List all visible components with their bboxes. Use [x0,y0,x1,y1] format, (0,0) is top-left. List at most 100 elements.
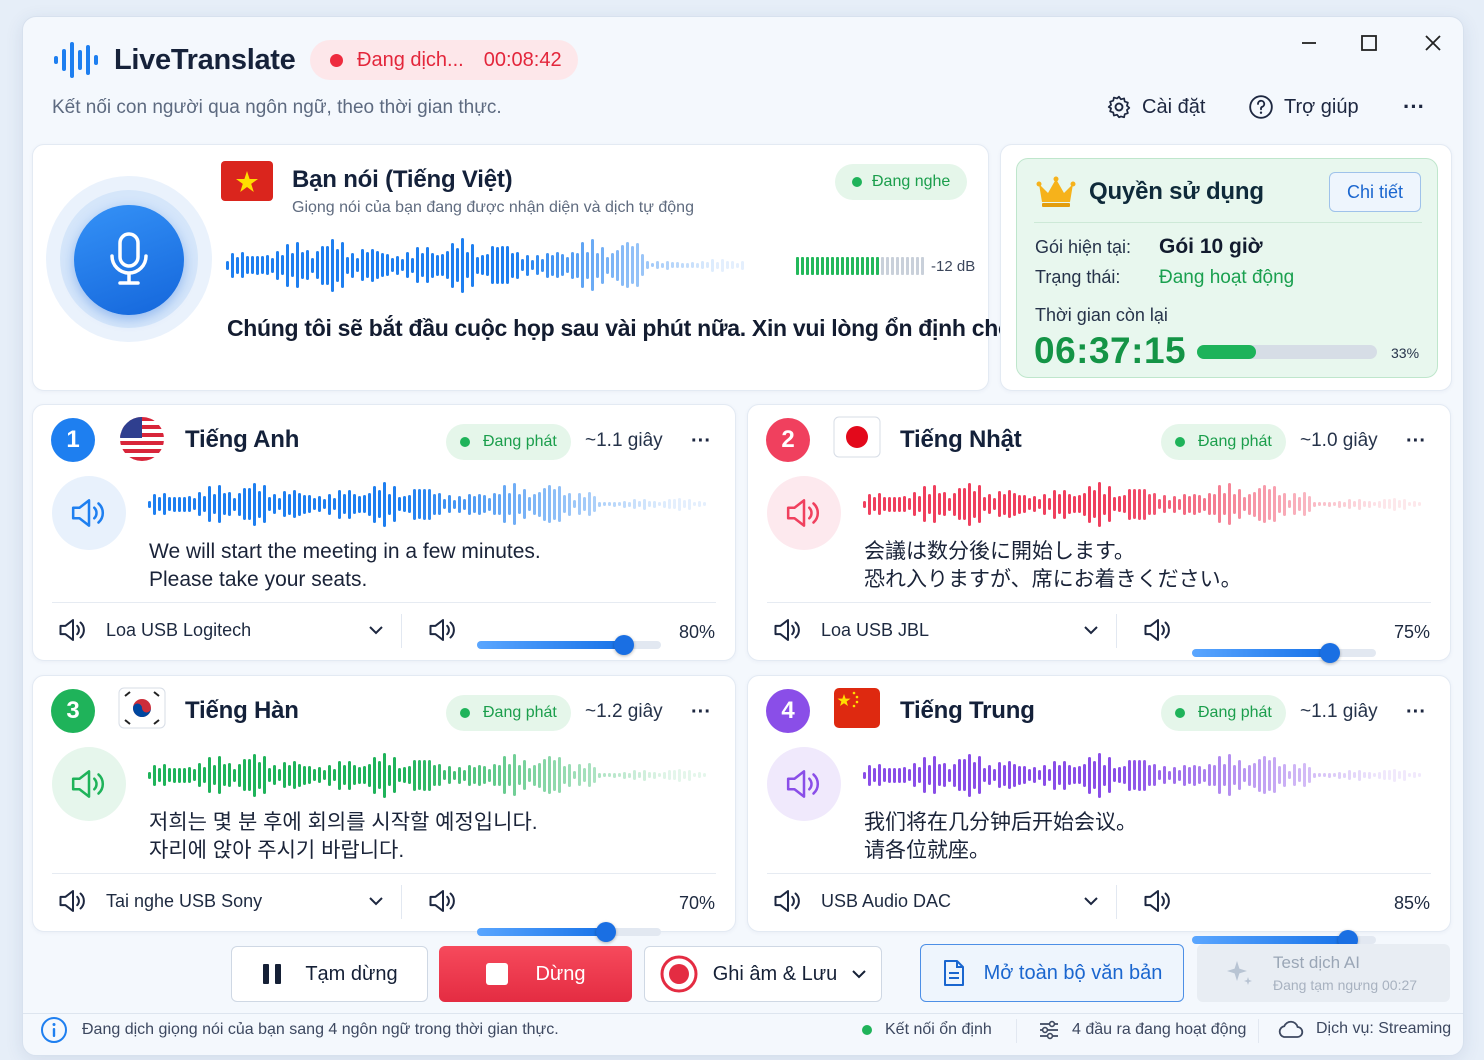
waveform-bar [308,495,311,513]
output-number-badge: 3 [51,689,95,733]
waveform-bar [1398,771,1401,779]
output-more-button[interactable]: ··· [684,697,718,727]
volume-slider-handle[interactable] [1320,643,1340,663]
volume-slider[interactable] [477,635,661,655]
waveform-bar [506,246,509,284]
waveform-bar [938,493,941,515]
level-meter-segment [806,257,809,275]
volume-icon [1143,617,1173,643]
waveform-bar [1308,496,1311,512]
waveform-bar [368,763,371,787]
output-waveform [148,751,708,799]
volume-slider[interactable] [1192,930,1376,950]
output-more-button[interactable]: ··· [684,426,718,456]
speaker-icon [70,497,108,529]
waveform-bar [193,769,196,781]
waveform-bar [351,252,354,278]
waveform-bar [258,761,261,789]
waveform-bar [393,486,396,522]
chevron-down-icon [852,970,866,979]
waveform-bar [398,497,401,511]
waveform-bar [1333,502,1336,506]
waveform-bar [648,772,651,778]
volume-slider-handle[interactable] [595,922,616,942]
waveform-bar [1328,501,1331,507]
waveform-bar [1023,766,1026,784]
output-text-line1: We will start the meeting in a few minut… [149,540,541,563]
output-text-line2: 자리에 앉아 주시기 바랍니다. [149,839,405,862]
output-device-select[interactable]: Loa USB Logitech [58,617,384,643]
waveform-bar [218,756,221,794]
waveform-bar [348,489,351,519]
record-save-button[interactable]: Ghi âm & Lưu [644,946,882,1002]
waveform-bar [253,753,256,797]
waveform-bar [1008,761,1011,789]
output-device-select[interactable]: Tai nghe USB Sony [58,888,384,914]
waveform-bar [261,256,264,274]
output-number-badge: 4 [766,689,810,733]
help-button[interactable]: Trợ giúp [1248,94,1359,120]
waveform-bar [1088,756,1091,794]
maximize-button[interactable] [1352,28,1386,58]
china-flag-icon [834,688,880,728]
waveform-bar [631,246,634,284]
ai-translation-test-button[interactable]: Test dịch AI Đang tạm ngưng 00:27 [1197,944,1450,1002]
output-more-button[interactable]: ··· [1399,697,1433,727]
output-device-select[interactable]: Loa USB JBL [773,617,1099,643]
waveform-bar [1013,763,1016,787]
waveform-bar [178,767,181,783]
waveform-bar [1363,772,1366,778]
stop-button[interactable]: Dừng [439,946,632,1002]
waveform-bar [593,496,596,512]
waveform-bar [231,252,234,278]
waveform-bar [208,757,211,793]
output-speaker-button[interactable] [767,747,841,821]
waveform-bar [1338,771,1341,779]
waveform-bar [953,763,956,787]
level-meter-segment [841,257,844,275]
waveform-bar [1063,760,1066,790]
listening-dot-icon [852,177,862,187]
playing-badge: Đang phát [446,424,571,460]
level-meter-segment [801,257,804,275]
output-separator [1116,885,1117,919]
waveform-bar [1228,483,1231,525]
output-more-button[interactable]: ··· [1399,426,1433,456]
waveform-bar [453,770,456,780]
waveform-bar [318,767,321,783]
more-options-button[interactable]: ··· [1396,92,1432,122]
help-label: Trợ giúp [1284,95,1359,118]
microphone-button[interactable] [74,205,184,315]
details-button[interactable]: Chi tiết [1329,172,1421,212]
ai-test-subtitle: Đang tạm ngưng 00:27 [1273,977,1418,993]
volume-icon [1143,888,1173,914]
waveform-bar [556,252,559,278]
waveform-bar [461,237,464,293]
waveform-bar [168,497,171,511]
waveform-bar [328,493,331,515]
volume-slider[interactable] [477,922,661,942]
pause-button[interactable]: Tạm dừng [231,946,428,1002]
settings-button[interactable]: Cài đặt [1106,94,1205,120]
output-speaker-button[interactable] [52,476,126,550]
minimize-button[interactable] [1292,28,1326,58]
waveform-bar [1128,488,1131,520]
waveform-bar [598,501,601,507]
waveform-bar [688,498,691,510]
output-device-select[interactable]: USB Audio DAC [773,888,1099,914]
output-speaker-button[interactable] [52,747,126,821]
close-button[interactable] [1416,28,1450,58]
waveform-bar [998,762,1001,788]
volume-slider[interactable] [1192,643,1376,663]
waveform-bar [278,498,281,510]
playing-label: Đang phát [483,704,557,721]
waveform-bar [1323,773,1326,777]
waveform-bar [1293,493,1296,515]
open-full-text-button[interactable]: Mở toàn bộ văn bản [920,944,1184,1002]
waveform-bar [551,254,554,276]
waveform-bar [478,493,481,515]
sparkle-icon [1227,961,1252,985]
output-speaker-button[interactable] [767,476,841,550]
waveform-bar [1148,493,1151,515]
waveform-bar [1323,502,1326,506]
